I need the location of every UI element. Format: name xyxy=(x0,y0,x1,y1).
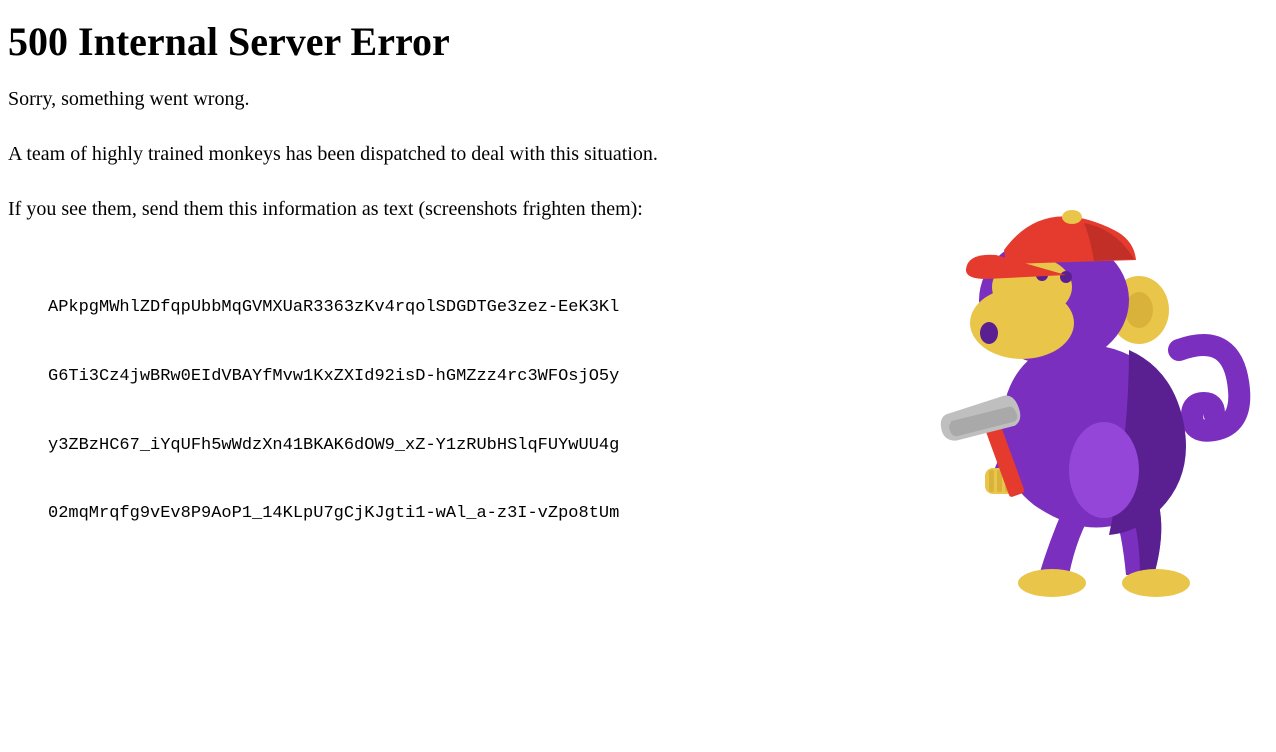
error-message-1: Sorry, something went wrong. xyxy=(8,86,1268,113)
monkey-illustration xyxy=(934,195,1254,615)
monkey-icon xyxy=(934,195,1254,615)
error-message-2: A team of highly trained monkeys has bee… xyxy=(8,141,1268,168)
page-title: 500 Internal Server Error xyxy=(8,20,1268,64)
